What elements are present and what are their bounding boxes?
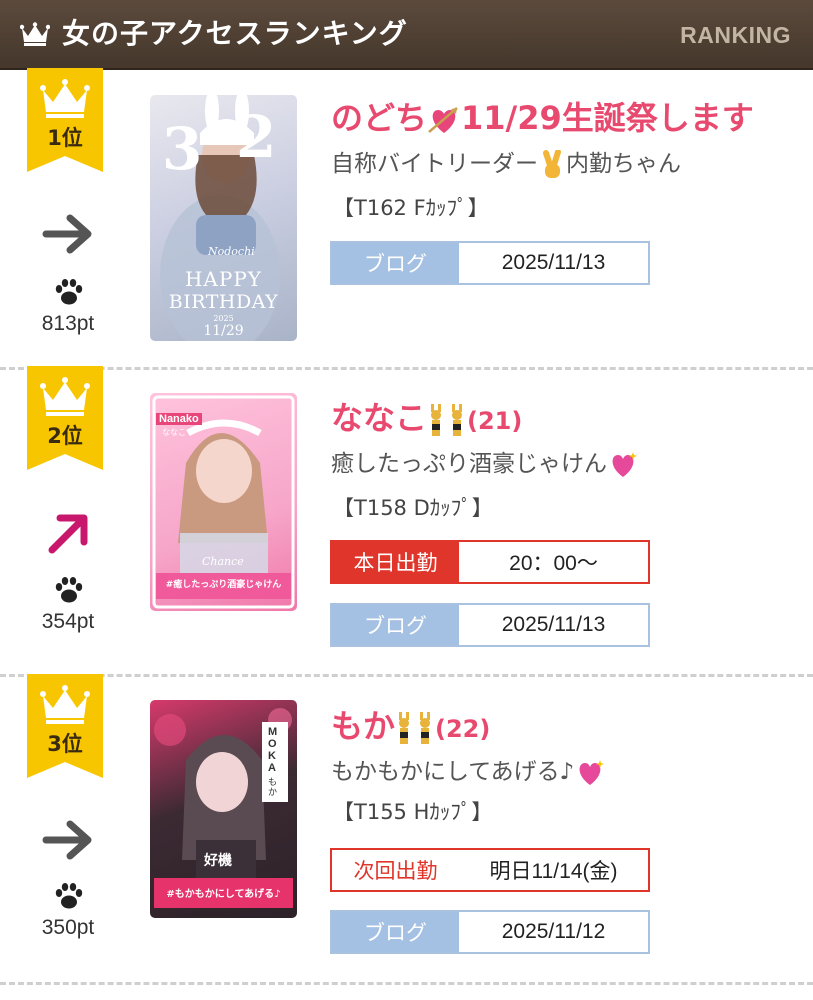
photo-caption-name-jp: ななこ bbox=[162, 428, 186, 437]
heart-arrow-icon bbox=[428, 107, 458, 133]
ranking-header: 女の子アクセスランキング RANKING bbox=[0, 0, 813, 70]
blog-link[interactable]: ブログ 2025/11/13 bbox=[330, 603, 650, 647]
points-value: 350pt bbox=[41, 916, 95, 939]
profile-photo[interactable]: Nanako ななこ Chance #癒したっぷり酒豪じゃけん bbox=[150, 393, 297, 611]
photo-caption-birthday: BIRTHDAY bbox=[168, 291, 279, 313]
photo-caption-tagline: #もかもかにしてあげる♪ bbox=[166, 889, 281, 900]
attendance-label: 本日出勤 bbox=[332, 542, 459, 582]
rank-badge: 3位 bbox=[27, 674, 103, 778]
divider bbox=[0, 674, 813, 677]
photo-caption-name-en: MOKA bbox=[268, 726, 278, 774]
paw-icon bbox=[55, 577, 83, 603]
photo-caption-happy: HAPPY bbox=[184, 267, 262, 291]
attendance-status[interactable]: 次回出勤 明日11/14(金) bbox=[330, 848, 650, 892]
blog-date: 2025/11/12 bbox=[501, 920, 606, 943]
girl-name[interactable]: ななこ (21) bbox=[331, 398, 522, 441]
spec-text: 【T162 Fｶｯﾌﾟ】 bbox=[333, 196, 489, 220]
points-value: 354pt bbox=[41, 610, 95, 633]
bunny-girls-icon bbox=[399, 712, 431, 744]
bunny-girls-icon bbox=[431, 404, 463, 436]
blog-label: ブログ bbox=[332, 605, 459, 645]
divider bbox=[0, 367, 813, 370]
photo-number-2: 2 bbox=[236, 103, 277, 171]
spec-text: 【T155 Hｶｯﾌﾟ】 bbox=[333, 800, 493, 824]
photo-caption-year: 2025 bbox=[213, 314, 234, 323]
photo-caption-kanji: 好機 bbox=[204, 853, 232, 869]
attendance-status[interactable]: 本日出勤 20：00〜 bbox=[330, 540, 650, 584]
photo-number-3: 3 bbox=[162, 115, 203, 183]
page-title: 女の子アクセスランキング bbox=[62, 17, 408, 50]
divider bbox=[0, 982, 813, 985]
catch-copy: もかもかにしてあげる♪ bbox=[331, 756, 606, 788]
photo-caption-name: Nodochi bbox=[208, 245, 255, 258]
photo-caption-name-jp: もか bbox=[268, 778, 278, 798]
blog-link[interactable]: ブログ 2025/11/12 bbox=[330, 910, 650, 954]
profile-photo[interactable]: 3 2 Nodochi HAPPY BIRTHDAY 2025 11/29 bbox=[150, 95, 297, 341]
profile-photo[interactable]: MOKA もか 好機 #もかもかにしてあげる♪ bbox=[150, 700, 297, 918]
photo-caption-date: 11/29 bbox=[203, 323, 244, 339]
rank-label: 2位 bbox=[47, 424, 83, 448]
blog-date: 2025/11/13 bbox=[501, 251, 606, 274]
arrow-right-icon bbox=[42, 820, 92, 860]
photo-caption-name-en: Nanako bbox=[156, 413, 202, 425]
paw-icon bbox=[55, 883, 83, 909]
rank-label: 3位 bbox=[47, 732, 83, 756]
rank-badge: 1位 bbox=[27, 68, 103, 172]
blog-label: ブログ bbox=[332, 912, 459, 952]
paw-icon bbox=[55, 279, 83, 305]
girl-name[interactable]: もか (22) bbox=[331, 706, 490, 749]
attendance-value: 明日11/14(金) bbox=[489, 860, 618, 883]
arrow-right-icon bbox=[42, 214, 92, 254]
catch-copy: 癒したっぷり酒豪じゃけん bbox=[331, 448, 639, 480]
sparkling-heart-icon bbox=[579, 759, 605, 785]
crown-icon bbox=[20, 22, 50, 46]
rank-label: 1位 bbox=[47, 126, 83, 150]
victory-hand-icon bbox=[543, 149, 561, 178]
spec-text: 【T158 Dｶｯﾌﾟ】 bbox=[333, 496, 493, 520]
sparkling-heart-icon bbox=[612, 451, 637, 477]
rank-badge: 2位 bbox=[27, 366, 103, 470]
photo-caption-brand: Chance bbox=[202, 555, 244, 568]
arrow-up-right-icon bbox=[48, 514, 88, 554]
girl-name[interactable]: のどち 11/29生誕祭します bbox=[331, 98, 754, 138]
photo-caption-tagline: #癒したっぷり酒豪じゃけん bbox=[165, 580, 282, 590]
ranking-tag: RANKING bbox=[680, 22, 791, 48]
points-value: 813pt bbox=[41, 312, 95, 335]
attendance-value: 20：00〜 bbox=[509, 552, 598, 575]
blog-label: ブログ bbox=[332, 243, 459, 283]
catch-copy: 自称バイトリーダー 内勤ちゃん bbox=[331, 148, 681, 180]
attendance-label: 次回出勤 bbox=[332, 850, 459, 890]
blog-link[interactable]: ブログ 2025/11/13 bbox=[330, 241, 650, 285]
blog-date: 2025/11/13 bbox=[501, 613, 606, 636]
